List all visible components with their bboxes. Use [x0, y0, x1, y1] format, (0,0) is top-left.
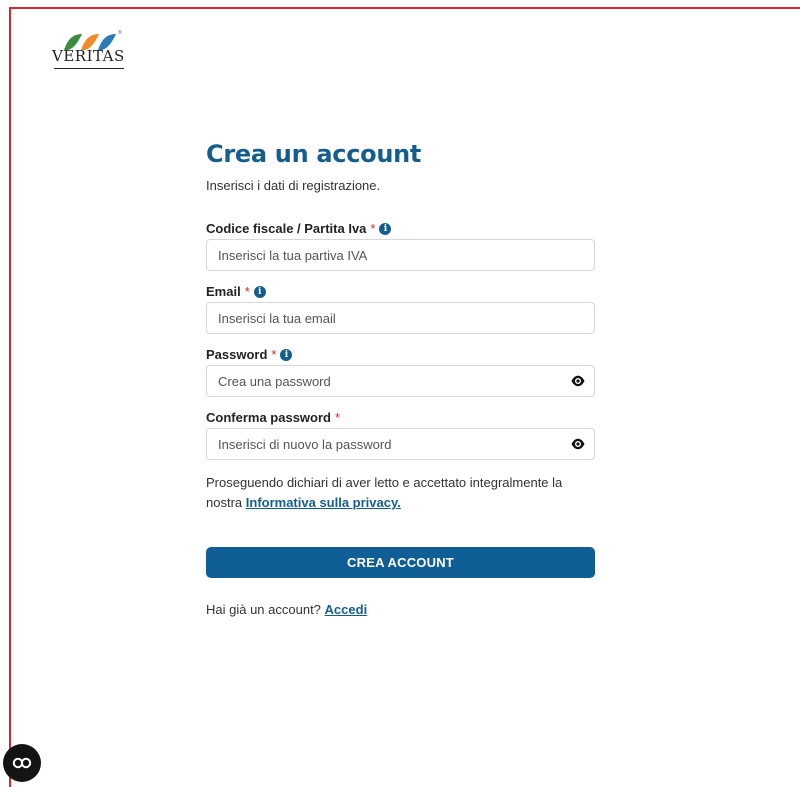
tax-code-input-box	[206, 239, 595, 271]
logo-text: VERITAS	[52, 47, 125, 65]
confirm-password-group: Conferma password *	[206, 410, 595, 460]
info-circle-icon[interactable]: i	[253, 285, 266, 298]
page-subtitle: Inserisci i dati di registrazione.	[206, 178, 381, 193]
password-label-row: Password * i	[206, 347, 595, 362]
confirm-password-label: Conferma password	[206, 410, 331, 425]
email-input[interactable]	[218, 310, 583, 326]
info-circle-icon[interactable]: i	[280, 348, 293, 361]
email-group: Email * i	[206, 284, 595, 334]
privacy-notice: Proseguendo dichiari di aver letto e acc…	[206, 473, 595, 513]
confirm-password-input[interactable]	[218, 436, 583, 452]
password-group: Password * i	[206, 347, 595, 397]
tax-code-label-row: Codice fiscale / Partita Iva * i	[206, 221, 595, 236]
tax-code-group: Codice fiscale / Partita Iva * i	[206, 221, 595, 271]
eye-icon[interactable]	[571, 438, 585, 450]
veritas-logo[interactable]: ® VERITAS	[52, 30, 132, 78]
logo-underline	[54, 68, 124, 69]
create-account-button[interactable]: CREA ACCOUNT	[206, 547, 595, 578]
email-label-row: Email * i	[206, 284, 595, 299]
password-input-box	[206, 365, 595, 397]
email-input-box	[206, 302, 595, 334]
confirm-password-input-box	[206, 428, 595, 460]
privacy-policy-link[interactable]: Informativa sulla privacy.	[246, 495, 401, 510]
login-prompt-text: Hai già un account?	[206, 602, 321, 617]
tax-code-input[interactable]	[218, 247, 583, 263]
required-mark: *	[334, 410, 341, 425]
accessibility-button[interactable]	[3, 744, 41, 782]
signup-form: Crea un account Inserisci i dati di regi…	[206, 140, 595, 617]
tax-code-label: Codice fiscale / Partita Iva	[206, 221, 367, 236]
eye-icon[interactable]	[571, 375, 585, 387]
required-mark: *	[370, 221, 376, 236]
email-label: Email	[206, 284, 241, 299]
required-mark: *	[271, 347, 277, 362]
login-prompt-row: Hai già un account? Accedi	[206, 602, 595, 617]
page-frame-top	[9, 7, 800, 9]
accessibility-icon	[12, 757, 32, 769]
page-title: Crea un account	[206, 140, 422, 168]
registered-mark: ®	[118, 30, 122, 36]
confirm-password-label-row: Conferma password *	[206, 410, 595, 425]
password-input[interactable]	[218, 373, 583, 389]
page-frame-left	[9, 7, 11, 787]
login-link[interactable]: Accedi	[325, 602, 368, 617]
required-mark: *	[244, 284, 250, 299]
info-circle-icon[interactable]: i	[379, 222, 392, 235]
password-label: Password	[206, 347, 268, 362]
